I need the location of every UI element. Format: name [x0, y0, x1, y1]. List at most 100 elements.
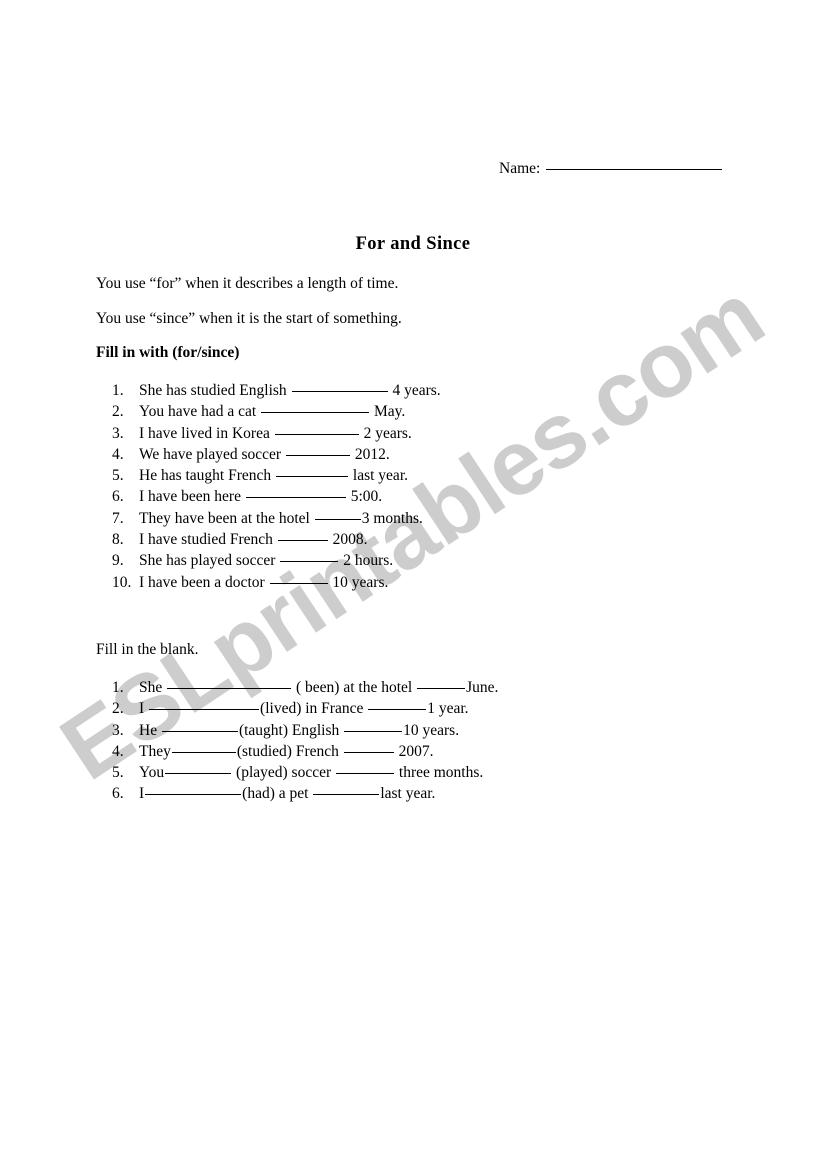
question-text-post: 5:00.: [346, 488, 383, 506]
question-number: 2.: [112, 403, 124, 421]
question-text-post2: June.: [466, 679, 499, 696]
name-input-rule[interactable]: [546, 169, 723, 170]
answer-blank[interactable]: [145, 794, 242, 796]
question-text: He has taught French last year.: [139, 465, 408, 486]
answer-blank[interactable]: [274, 433, 359, 435]
question-text-pre: She has studied English: [139, 382, 291, 399]
answer-blank[interactable]: [165, 773, 232, 775]
question-text-post: last year.: [349, 467, 408, 485]
question-text: She has played soccer 2 hours.: [139, 550, 393, 571]
question-text: We have played soccer 2012.: [139, 444, 390, 465]
question-item: 7. They have been at the hotel 3 months.: [112, 508, 441, 529]
question-item: 2. You have had a cat May.: [112, 401, 441, 422]
question-text-pre: I have been here: [139, 488, 245, 506]
question-text-post: (lived) in France: [260, 700, 368, 718]
question-text-pre: I have been a doctor: [139, 573, 269, 591]
answer-blank[interactable]: [261, 412, 370, 414]
question-text-post2: last year.: [380, 785, 436, 803]
question-text: I have lived in Korea 2 years.: [139, 423, 412, 444]
section-heading-fill-blank: Fill in the blank.: [96, 641, 199, 658]
question-text-pre: I have studied French: [139, 531, 277, 549]
question-text: You (played) soccer three months.: [139, 762, 483, 783]
name-field-row: Name:: [499, 160, 723, 178]
question-text-pre: You have had a cat: [139, 403, 261, 421]
question-number: 6.: [112, 785, 124, 803]
question-text: They (studied) French 2007.: [139, 741, 434, 762]
question-text-post: 2008.: [328, 531, 368, 549]
answer-blank[interactable]: [280, 561, 339, 563]
question-item: 10. I have been a doctor 10 years.: [112, 572, 441, 593]
question-text-post: 2012.: [350, 445, 390, 463]
answer-blank[interactable]: [285, 454, 350, 456]
answer-blank[interactable]: [314, 518, 361, 520]
question-text: I (lived) in France 1 year.: [139, 698, 469, 719]
page-title-text: For and Since: [355, 234, 471, 254]
section-heading-for-since: Fill in with (for/since): [96, 344, 240, 361]
question-number: 5.: [112, 467, 124, 485]
question-text-post: (played) soccer: [232, 764, 336, 782]
question-number: 2.: [112, 700, 124, 718]
question-number: 1.: [112, 679, 124, 696]
answer-blank[interactable]: [343, 751, 394, 753]
answer-blank[interactable]: [344, 730, 403, 732]
question-text-post2: 2007.: [394, 742, 434, 760]
question-text-post2: three months.: [395, 764, 484, 782]
question-text: You have had a cat May.: [139, 401, 405, 422]
answer-blank[interactable]: [291, 391, 388, 392]
question-text-post: (had) a pet: [242, 785, 313, 803]
answer-blank[interactable]: [336, 773, 395, 775]
answer-blank[interactable]: [167, 688, 292, 689]
answer-blank[interactable]: [171, 751, 236, 753]
question-text-pre: She has played soccer: [139, 552, 280, 570]
answer-blank[interactable]: [313, 794, 380, 796]
question-item: 9. She has played soccer 2 hours.: [112, 550, 441, 571]
intro-line-since: You use “since” when it is the start of …: [96, 310, 402, 327]
question-text: I have been here 5:00.: [139, 486, 382, 507]
question-number: 4.: [112, 445, 124, 463]
question-number: 3.: [112, 721, 124, 739]
question-text-post2: 1 year.: [427, 700, 469, 718]
answer-blank[interactable]: [269, 582, 328, 584]
question-list-for-since: 1. She has studied English 4 years. 2. You …: [112, 380, 441, 593]
question-text-pre: She: [139, 679, 167, 696]
question-text-post: ( been) at the hotel: [292, 679, 417, 696]
answer-blank[interactable]: [149, 709, 260, 711]
worksheet-page: ESLprintables.com Name: For and Since Yo…: [0, 0, 826, 1169]
question-number: 6.: [112, 488, 124, 506]
question-text-pre: He: [139, 721, 161, 739]
question-text: I have studied French 2008.: [139, 529, 368, 550]
question-text-pre: They have been at the hotel: [139, 509, 314, 527]
question-text-pre: They: [139, 742, 171, 760]
question-text-pre: I have lived in Korea: [139, 424, 274, 442]
question-item: 3. I have lived in Korea 2 years.: [112, 423, 441, 444]
question-item: 6. I (had) a pet last year.: [112, 783, 498, 804]
answer-blank[interactable]: [161, 730, 238, 732]
question-text: I have been a doctor 10 years.: [139, 572, 388, 593]
question-list-fill-blank: 1. She ( been) at the hotel June. 2. I (liv…: [112, 677, 498, 805]
question-text-pre: I: [139, 700, 149, 718]
question-number: 1.: [112, 382, 124, 399]
question-text: He (taught) English 10 years.: [139, 720, 459, 741]
question-item: 3. He (taught) English 10 years.: [112, 720, 498, 741]
question-text-pre: You: [139, 764, 165, 782]
answer-blank[interactable]: [368, 709, 427, 711]
question-item: 6. I have been here 5:00.: [112, 486, 441, 507]
answer-blank[interactable]: [417, 688, 466, 689]
question-text: I (had) a pet last year.: [139, 783, 435, 804]
question-text-post: 2 hours.: [339, 552, 394, 570]
question-text-post: 3 months.: [361, 509, 423, 527]
question-number: 8.: [112, 531, 124, 549]
question-number: 4.: [112, 742, 124, 760]
answer-blank[interactable]: [277, 540, 328, 542]
question-item: 5. You (played) soccer three months.: [112, 762, 498, 783]
question-item: 4. They (studied) French 2007.: [112, 741, 498, 762]
answer-blank[interactable]: [245, 497, 346, 499]
question-item: 2. I (lived) in France 1 year.: [112, 698, 498, 719]
page-title: For and Since: [0, 234, 826, 255]
question-text-pre: He has taught French: [139, 467, 276, 485]
question-item: 8. I have studied French 2008.: [112, 529, 441, 550]
question-text-post: 2 years.: [359, 424, 412, 442]
name-label: Name:: [499, 160, 541, 177]
answer-blank[interactable]: [276, 476, 349, 478]
intro-line-for: You use “for” when it describes a length…: [96, 275, 399, 292]
